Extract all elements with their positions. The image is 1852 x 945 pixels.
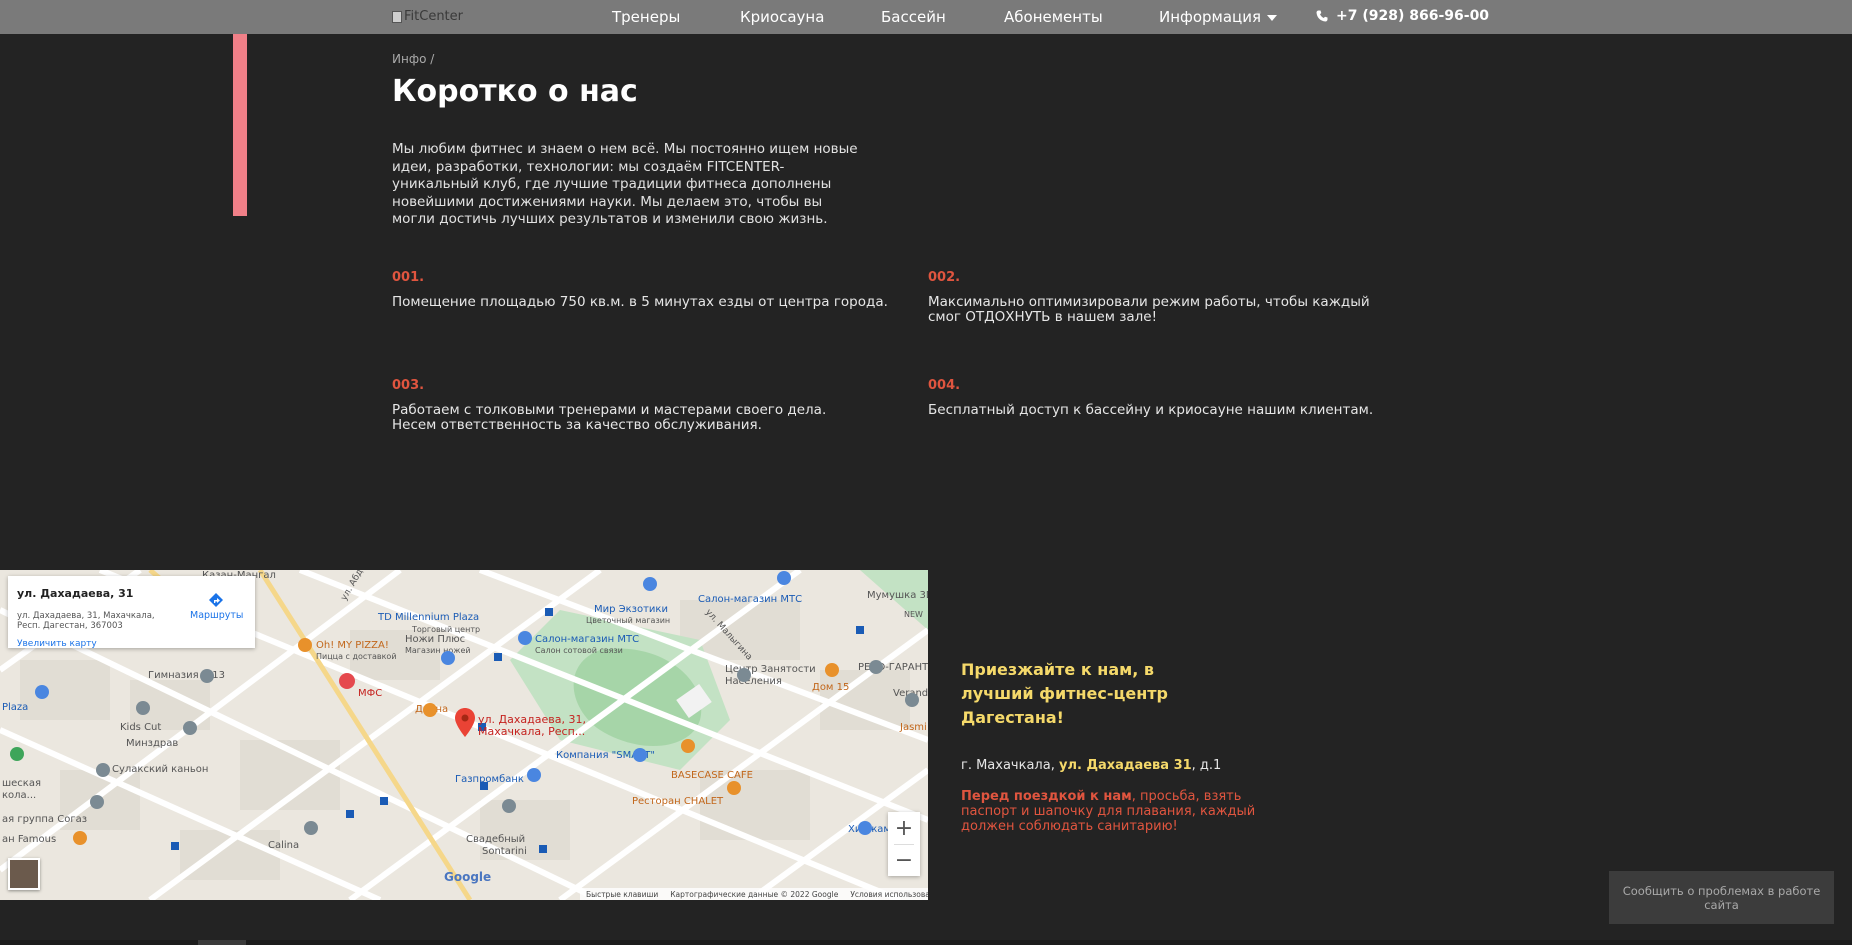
accent-bar [233, 34, 247, 216]
top-navbar: FitCenter Тренеры Криосауна Бассейн Абон… [0, 0, 1852, 34]
address-city: г. Махачкала, [961, 758, 1055, 773]
zoom-out-button[interactable]: − [888, 844, 920, 876]
feature-text: Максимально оптимизировали режим работы,… [928, 294, 1370, 325]
map-card-title: ул. Дахадаева, 31 [17, 587, 134, 600]
address-line: г. Махачкала, ул. Дахадаева 31, д.1 [961, 758, 1221, 773]
location-pin-icon[interactable] [454, 708, 476, 738]
nav-information[interactable]: Информация [1159, 8, 1278, 26]
google-map[interactable]: Казан-Мангал ул. Абд TD Millennium Plaza… [0, 570, 928, 900]
feature-number: 003. [392, 378, 425, 393]
address-street: ул. Дахадаева 31 [1058, 758, 1192, 773]
map-footer: Быстрые клавиши Картографические данные … [580, 888, 928, 900]
nav-trainers[interactable]: Тренеры [612, 8, 680, 26]
directions-link[interactable]: Маршруты [190, 610, 243, 621]
feature-text: Работаем с толковыми тренерами и мастера… [392, 402, 827, 433]
logo[interactable]: FitCenter [392, 9, 463, 24]
map-data-credit: Картографические данные © 2022 Google [670, 889, 839, 899]
keyboard-shortcuts-link[interactable]: Быстрые клавиши [586, 890, 658, 899]
google-logo: Google [444, 870, 492, 884]
nav-pool[interactable]: Бассейн [881, 8, 946, 26]
map-card-address: ул. Дахадаева, 31, Махачкала, Респ. Даге… [17, 611, 155, 631]
visit-note: Перед поездкой к нам, просьба, взять пас… [961, 789, 1301, 834]
bottom-tab[interactable] [198, 940, 246, 945]
address-rest: , д.1 [1191, 758, 1222, 773]
feature-text: Помещение площадью 750 кв.м. в 5 минутах… [392, 294, 888, 310]
nav-memberships[interactable]: Абонементы [1004, 8, 1103, 26]
phone-link[interactable]: +7 (928) 866-96-00 [1316, 8, 1489, 24]
breadcrumb[interactable]: Инфо / [392, 52, 434, 66]
feature-number: 002. [928, 270, 961, 285]
pin-label-line2: Махачкала, Респ... [478, 725, 586, 738]
satellite-layer-button[interactable] [8, 858, 40, 890]
report-problem-button[interactable]: Сообщить о проблемах в работе сайта [1609, 871, 1834, 924]
map-info-card: ул. Дахадаева, 31 ул. Дахадаева, 31, Мах… [8, 576, 255, 649]
zoom-in-button[interactable]: + [888, 812, 920, 844]
broken-image-icon [392, 10, 402, 23]
zoom-control: + − [888, 812, 920, 876]
visit-note-bold: Перед поездкой к нам [961, 789, 1132, 804]
nav-cryosauna[interactable]: Криосауна [740, 8, 824, 26]
logo-alt-text: FitCenter [404, 9, 463, 24]
page-title: Коротко о нас [392, 74, 638, 109]
caret-down-icon [1267, 14, 1278, 21]
feature-number: 001. [392, 270, 425, 285]
phone-number: +7 (928) 866-96-00 [1336, 8, 1490, 24]
phone-icon [1316, 10, 1328, 22]
nav-information-label: Информация [1159, 8, 1262, 26]
enlarge-map-link[interactable]: Увеличить карту [17, 639, 97, 649]
bottom-strip [0, 940, 1852, 945]
directions-icon[interactable] [208, 592, 224, 608]
zoom-divider [894, 844, 914, 845]
intro-text: Мы любим фитнес и знаем о нем всё. Мы по… [392, 141, 858, 227]
feature-number: 004. [928, 378, 961, 393]
cta-heading: Приезжайте к нам, в лучший фитнес-центр … [961, 660, 1168, 727]
feature-text: Бесплатный доступ к бассейну и криосауне… [928, 402, 1374, 418]
terms-link[interactable]: Условия использования [850, 890, 928, 899]
